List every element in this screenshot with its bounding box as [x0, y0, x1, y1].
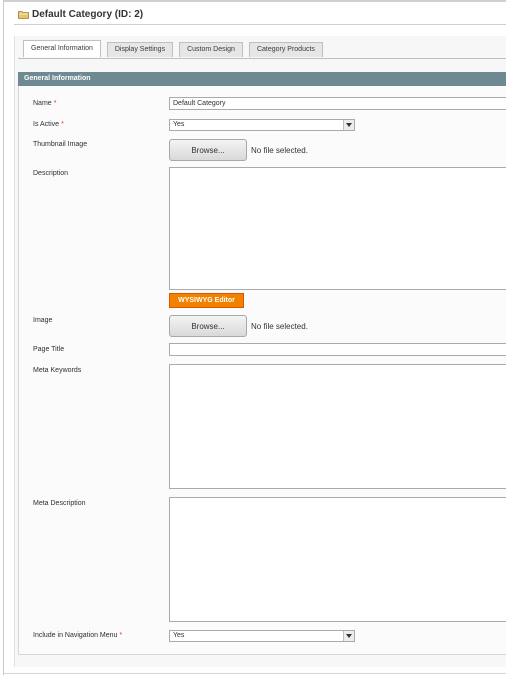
meta-description-textarea[interactable]: [169, 497, 506, 622]
page-title-input[interactable]: [169, 343, 506, 356]
is-active-label: Is Active *: [33, 121, 64, 128]
tab-general-information[interactable]: General Information: [23, 40, 101, 57]
chevron-down-icon[interactable]: [343, 631, 354, 641]
is-active-label-text: Is Active: [33, 121, 60, 128]
thumbnail-file-status: No file selected.: [251, 145, 308, 155]
include-in-menu-select[interactable]: Yes: [169, 630, 355, 642]
image-file-input: Browse... No file selected.: [169, 315, 308, 337]
page-title: Default Category (ID: 2): [32, 8, 144, 20]
tab-category-products[interactable]: Category Products: [248, 42, 323, 57]
required-star: *: [119, 632, 123, 639]
name-input[interactable]: Default Category: [169, 97, 506, 110]
wysiwyg-editor-button[interactable]: WYSIWYG Editor: [169, 293, 244, 308]
meta-keywords-textarea[interactable]: [169, 364, 506, 489]
description-label: Description: [33, 170, 69, 177]
page-header: Default Category (ID: 2): [18, 6, 143, 22]
section-header: General Information: [18, 72, 506, 86]
chevron-down-icon[interactable]: [343, 120, 354, 130]
folder-icon: [18, 10, 29, 19]
image-browse-button[interactable]: Browse...: [169, 315, 247, 337]
name-label-text: Name: [33, 100, 52, 107]
thumbnail-file-input: Browse... No file selected.: [169, 139, 308, 161]
required-star: *: [61, 121, 64, 128]
top-border: [4, 0, 506, 2]
is-active-select[interactable]: Yes: [169, 119, 355, 131]
include-in-menu-value: Yes: [173, 632, 185, 639]
image-file-status: No file selected.: [251, 321, 308, 331]
thumbnail-label: Thumbnail Image: [33, 141, 88, 148]
bottom-border: [4, 673, 506, 674]
tab-bar: General Information Display Settings Cus…: [23, 40, 329, 59]
title-divider: [14, 24, 506, 25]
left-border: [3, 0, 4, 675]
page-title-label: Page Title: [33, 346, 65, 353]
include-in-menu-label-text: Include in Navigation Menu: [33, 632, 118, 639]
thumbnail-browse-button[interactable]: Browse...: [169, 139, 247, 161]
tab-custom-design[interactable]: Custom Design: [179, 42, 243, 57]
meta-keywords-label: Meta Keywords: [33, 367, 82, 374]
tab-divider: [18, 58, 506, 59]
image-label: Image: [33, 317, 53, 324]
include-in-menu-label: Include in Navigation Menu *: [33, 632, 122, 639]
is-active-value: Yes: [173, 121, 185, 128]
tab-display-settings[interactable]: Display Settings: [106, 42, 174, 57]
name-label: Name *: [33, 100, 56, 107]
required-star: *: [53, 100, 57, 107]
description-textarea[interactable]: [169, 167, 506, 290]
meta-description-label: Meta Description: [33, 500, 86, 507]
